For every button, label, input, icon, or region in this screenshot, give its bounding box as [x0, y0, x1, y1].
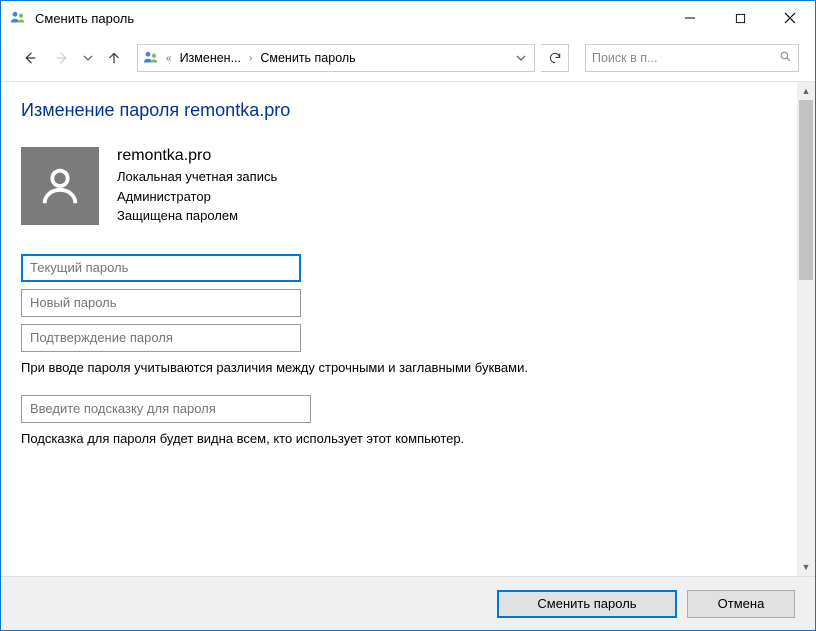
- submit-button[interactable]: Сменить пароль: [497, 590, 677, 618]
- search-icon: [779, 50, 792, 66]
- app-icon: [9, 9, 27, 27]
- avatar: [21, 147, 99, 225]
- minimize-button[interactable]: [665, 1, 715, 35]
- current-password-field[interactable]: [21, 254, 301, 282]
- breadcrumb-dropdown[interactable]: [512, 46, 530, 70]
- close-button[interactable]: [765, 1, 815, 35]
- hint-input[interactable]: [28, 400, 304, 417]
- case-sensitivity-note: При вводе пароля учитываются различия ме…: [21, 359, 777, 377]
- users-icon: [142, 49, 160, 67]
- scroll-thumb[interactable]: [799, 100, 813, 280]
- new-password-field[interactable]: [21, 289, 301, 317]
- search-box[interactable]: Поиск в п...: [585, 44, 799, 72]
- page-heading: Изменение пароля remontka.pro: [21, 100, 777, 121]
- forward-button[interactable]: [49, 45, 75, 71]
- user-role: Администратор: [117, 187, 277, 207]
- content-area: Изменение пароля remontka.pro remontka.p…: [1, 81, 815, 576]
- window: Сменить пароль: [0, 0, 816, 631]
- user-name: remontka.pro: [117, 147, 277, 165]
- confirm-password-field[interactable]: [21, 324, 301, 352]
- up-button[interactable]: [101, 45, 127, 71]
- titlebar: Сменить пароль: [1, 1, 815, 35]
- confirm-password-input[interactable]: [28, 329, 294, 346]
- hint-field[interactable]: [21, 395, 311, 423]
- content: Изменение пароля remontka.pro remontka.p…: [1, 82, 797, 576]
- breadcrumb-seg-1[interactable]: Изменен...: [178, 51, 243, 65]
- vertical-scrollbar[interactable]: ▲ ▼: [797, 82, 815, 576]
- new-password-input[interactable]: [28, 294, 294, 311]
- cancel-button[interactable]: Отмена: [687, 590, 795, 618]
- refresh-button[interactable]: [541, 44, 569, 72]
- window-title: Сменить пароль: [35, 11, 665, 26]
- breadcrumb[interactable]: « Изменен... › Сменить пароль: [137, 44, 535, 72]
- user-protection: Защищена паролем: [117, 206, 277, 226]
- breadcrumb-label: Сменить пароль: [260, 51, 355, 65]
- search-placeholder: Поиск в п...: [592, 51, 773, 65]
- recent-locations-button[interactable]: [81, 45, 95, 71]
- submit-label: Сменить пароль: [537, 596, 636, 611]
- hint-visibility-note: Подсказка для пароля будет видна всем, к…: [21, 430, 777, 448]
- breadcrumb-label: Изменен...: [180, 51, 241, 65]
- navbar: « Изменен... › Сменить пароль Поиск в п.…: [1, 35, 815, 81]
- back-button[interactable]: [17, 45, 43, 71]
- scroll-track[interactable]: [797, 100, 815, 558]
- maximize-button[interactable]: [715, 1, 765, 35]
- user-account-type: Локальная учетная запись: [117, 167, 277, 187]
- current-password-input[interactable]: [28, 259, 294, 276]
- window-controls: [665, 1, 815, 35]
- breadcrumb-seg-2[interactable]: Сменить пароль: [258, 51, 357, 65]
- user-block: remontka.pro Локальная учетная запись Ад…: [21, 147, 777, 226]
- scroll-up-button[interactable]: ▲: [797, 82, 815, 100]
- user-info: remontka.pro Локальная учетная запись Ад…: [117, 147, 277, 226]
- footer: Сменить пароль Отмена: [1, 576, 815, 630]
- cancel-label: Отмена: [718, 596, 765, 611]
- chevron-right-icon: ›: [247, 53, 254, 64]
- chevron-left-double-icon: «: [164, 53, 174, 64]
- scroll-down-button[interactable]: ▼: [797, 558, 815, 576]
